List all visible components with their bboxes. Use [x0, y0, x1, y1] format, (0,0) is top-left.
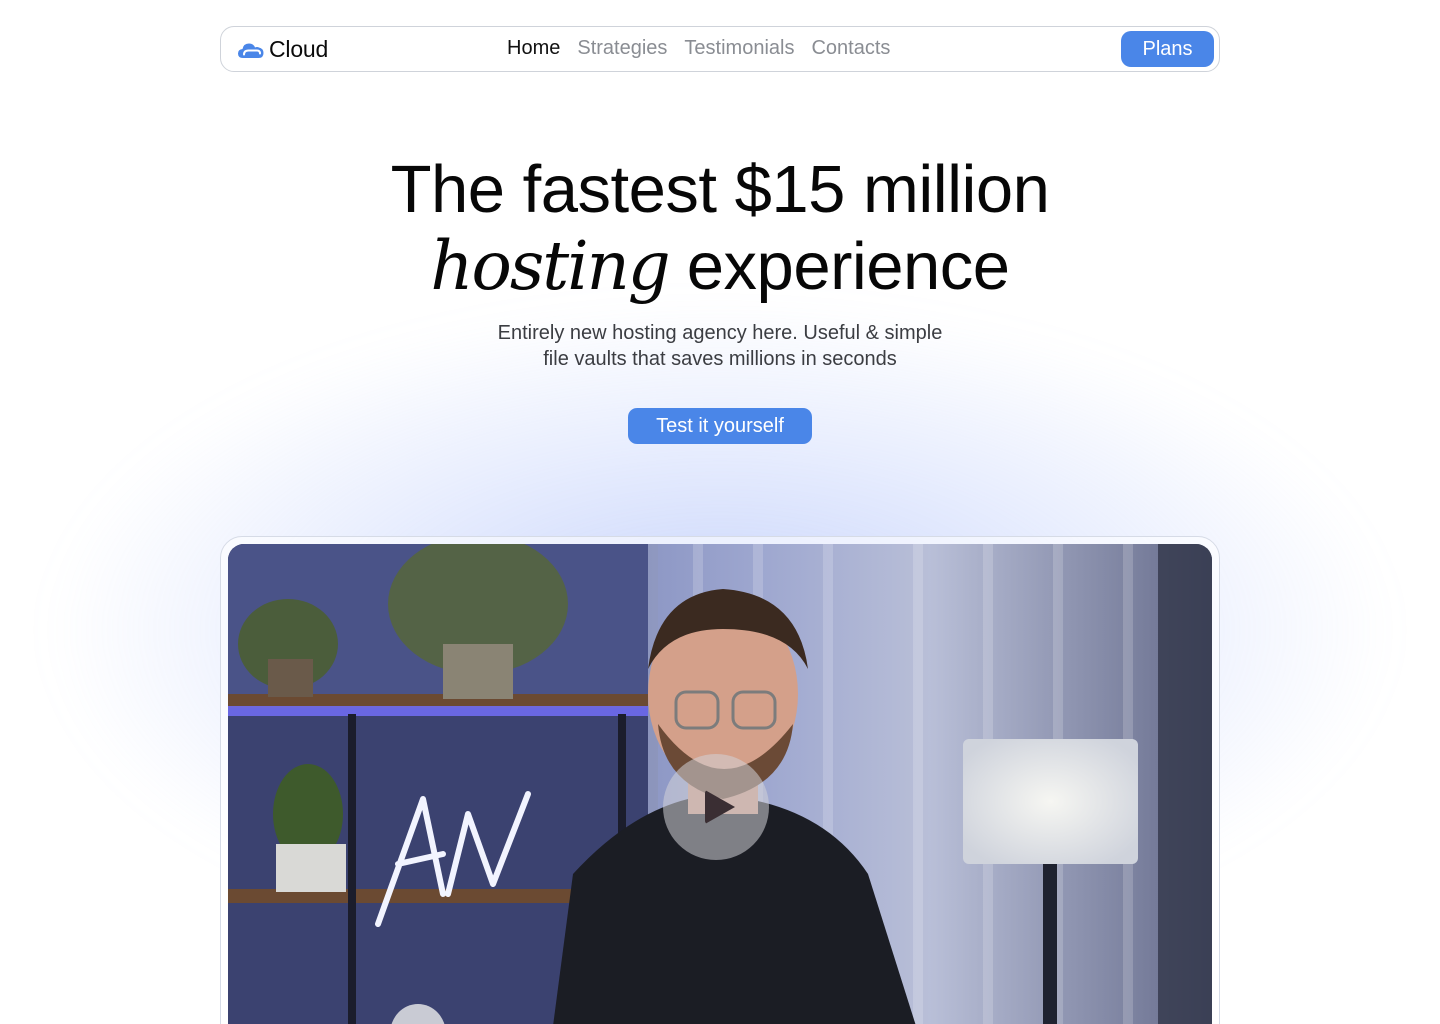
nav-link-strategies[interactable]: Strategies	[577, 37, 667, 60]
hero-subtitle-line2: file vaults that saves millions in secon…	[543, 348, 897, 370]
test-it-yourself-button[interactable]: Test it yourself	[628, 408, 812, 444]
nav-link-home[interactable]: Home	[507, 37, 560, 60]
top-navbar: Cloud Home Strategies Testimonials Conta…	[220, 26, 1220, 72]
play-button[interactable]	[663, 754, 769, 860]
plans-button[interactable]: Plans	[1121, 31, 1214, 67]
hero-title-italic: hosting	[430, 227, 670, 305]
nav-link-contacts[interactable]: Contacts	[811, 37, 890, 60]
hero-title-line1: The fastest $15 million	[390, 152, 1050, 227]
cloud-icon	[238, 43, 264, 58]
hero-subtitle: Entirely new hosting agency here. Useful…	[0, 320, 1440, 372]
video-card	[220, 536, 1220, 1024]
brand-logo[interactable]: Cloud	[237, 36, 328, 63]
nav-link-testimonials[interactable]: Testimonials	[684, 37, 794, 60]
video-player[interactable]	[228, 544, 1212, 1024]
brand-name: Cloud	[269, 36, 329, 62]
hero-title-line2: hosting experience	[0, 228, 1440, 305]
hero-subtitle-line1: Entirely new hosting agency here. Useful…	[497, 322, 943, 344]
nav-links: Home Strategies Testimonials Contacts	[507, 37, 890, 60]
hero-title-rest: experience	[686, 229, 1010, 304]
play-icon	[705, 790, 735, 824]
hero-title: The fastest $15 million hosting experien…	[0, 152, 1440, 305]
